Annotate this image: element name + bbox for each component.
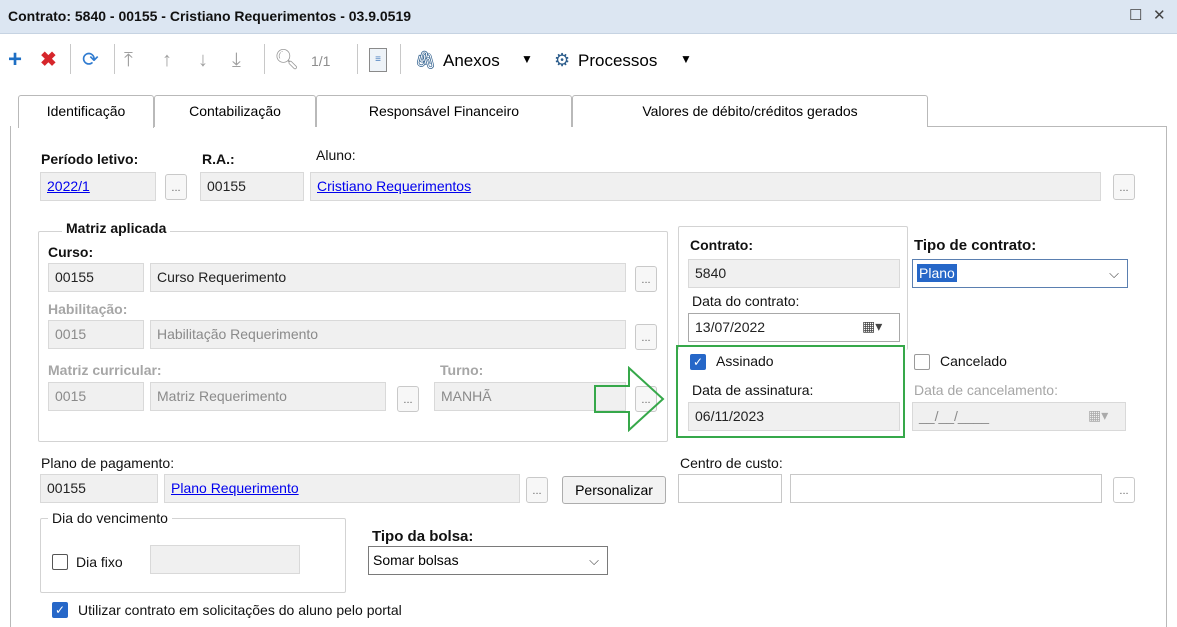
refresh-icon[interactable]: ⟳ [82,48,99,72]
anexos-menu[interactable]: Anexos [443,51,500,71]
first-record-icon[interactable]: ⤒ [124,48,133,72]
plano-lookup-button[interactable]: ... [526,477,548,503]
gear-icon[interactable]: ⚙ [554,48,570,72]
portal-checkbox[interactable]: ✓ [52,602,68,618]
contrato-field[interactable]: 5840 [688,259,900,288]
personalizar-button[interactable]: Personalizar [562,476,666,504]
chevron-down-icon[interactable]: ▼ [521,52,533,66]
periodo-letivo-field[interactable]: 2022/1 [40,172,156,201]
turno-label: Turno: [440,362,484,378]
assinado-checkbox[interactable]: ✓ [690,354,706,370]
window-title: Contrato: 5840 - 00155 - Cristiano Reque… [8,8,412,24]
processos-menu[interactable]: Processos [578,51,657,71]
tab-valores[interactable]: Valores de débito/créditos gerados [572,95,928,127]
contrato-label: Contrato: [690,237,753,253]
portal-label: Utilizar contrato em solicitações do alu… [78,602,402,618]
search-icon[interactable]: 🔍︎ [274,48,299,72]
matriz-curricular-label: Matriz curricular: [48,362,162,378]
next-record-icon[interactable]: ↓ [198,48,208,72]
matriz-lookup-button[interactable]: ... [397,386,419,412]
cancelado-checkbox[interactable] [914,354,930,370]
data-assinatura-label: Data de assinatura: [692,382,814,398]
calendar-icon[interactable]: ▦▾ [862,318,882,335]
tab-responsavel-financeiro[interactable]: Responsável Financeiro [316,95,572,127]
chevron-down-icon[interactable]: ▼ [680,52,692,66]
cancelado-label: Cancelado [940,353,1007,369]
matriz-name-field[interactable]: Matriz Requerimento [150,382,386,411]
tipo-bolsa-select[interactable]: Somar bolsas ⌵ [368,546,608,575]
aluno-field[interactable]: Cristiano Requerimentos [310,172,1101,201]
toolbar-separator [70,44,71,74]
toolbar-separator [400,44,401,74]
data-contrato-label: Data do contrato: [692,293,800,309]
add-icon[interactable]: + [8,48,22,72]
centro-custo-name-field[interactable] [790,474,1102,503]
paperclip-icon[interactable]: 🖇︎ [414,48,437,72]
dia-vencimento-title: Dia do vencimento [48,510,172,526]
tipo-contrato-value: Plano [917,264,957,282]
toolbar-separator [264,44,265,74]
assinado-label: Assinado [716,353,774,369]
tipo-bolsa-value: Somar bolsas [373,552,459,568]
toolbar-separator [114,44,115,74]
tab-contabilizacao[interactable]: Contabilização [154,95,316,127]
plano-code-field[interactable]: 00155 [40,474,158,503]
centro-custo-label: Centro de custo: [680,455,783,471]
report-icon[interactable]: ≡ [369,48,387,72]
delete-icon[interactable]: ✖ [40,48,57,72]
close-icon[interactable]: ✕ [1153,6,1166,24]
dia-fixo-label: Dia fixo [76,554,123,570]
annotation-arrow [594,366,665,432]
tipo-contrato-label: Tipo de contrato: [914,237,1037,254]
dia-fixo-checkbox[interactable] [52,554,68,570]
aluno-lookup-button[interactable]: ... [1113,174,1135,200]
centro-custo-code-field[interactable] [678,474,782,503]
centro-custo-lookup-button[interactable]: ... [1113,477,1135,503]
ra-field[interactable]: 00155 [200,172,304,201]
aluno-label: Aluno: [316,147,356,163]
data-cancelamento-label: Data de cancelamento: [914,382,1058,398]
plano-name-field[interactable]: Plano Requerimento [164,474,520,503]
habilitacao-name-field[interactable]: Habilitação Requerimento [150,320,626,349]
maximize-icon[interactable]: ☐ [1129,6,1142,24]
habilitacao-code-field[interactable]: 0015 [48,320,144,349]
habilitacao-label: Habilitação: [48,301,128,317]
toolbar-separator [357,44,358,74]
plano-pagamento-label: Plano de pagamento: [41,455,175,471]
curso-label: Curso: [48,244,94,260]
curso-lookup-button[interactable]: ... [635,266,657,292]
dia-fixo-field[interactable] [150,545,300,574]
ra-label: R.A.: [202,151,235,167]
chevron-down-icon: ⌵ [1109,266,1119,281]
tipo-bolsa-label: Tipo da bolsa: [372,528,474,545]
periodo-lookup-button[interactable]: ... [165,174,187,200]
chevron-down-icon: ⌵ [589,553,599,568]
tipo-contrato-select[interactable]: Plano ⌵ [912,259,1128,288]
periodo-letivo-label: Período letivo: [41,151,139,167]
record-counter: 1/1 [311,53,331,69]
data-assinatura-field[interactable]: 06/11/2023 [688,402,900,431]
curso-name-field[interactable]: Curso Requerimento [150,263,626,292]
calendar-icon[interactable]: ▦▾ [1088,407,1108,424]
last-record-icon[interactable]: ⤓ [232,48,241,72]
curso-code-field[interactable]: 00155 [48,263,144,292]
previous-record-icon[interactable]: ↑ [162,48,172,72]
matriz-aplicada-title: Matriz aplicada [62,220,171,236]
tab-identificacao[interactable]: Identificação [18,95,154,128]
habilitacao-lookup-button[interactable]: ... [635,324,657,350]
matriz-code-field[interactable]: 0015 [48,382,144,411]
